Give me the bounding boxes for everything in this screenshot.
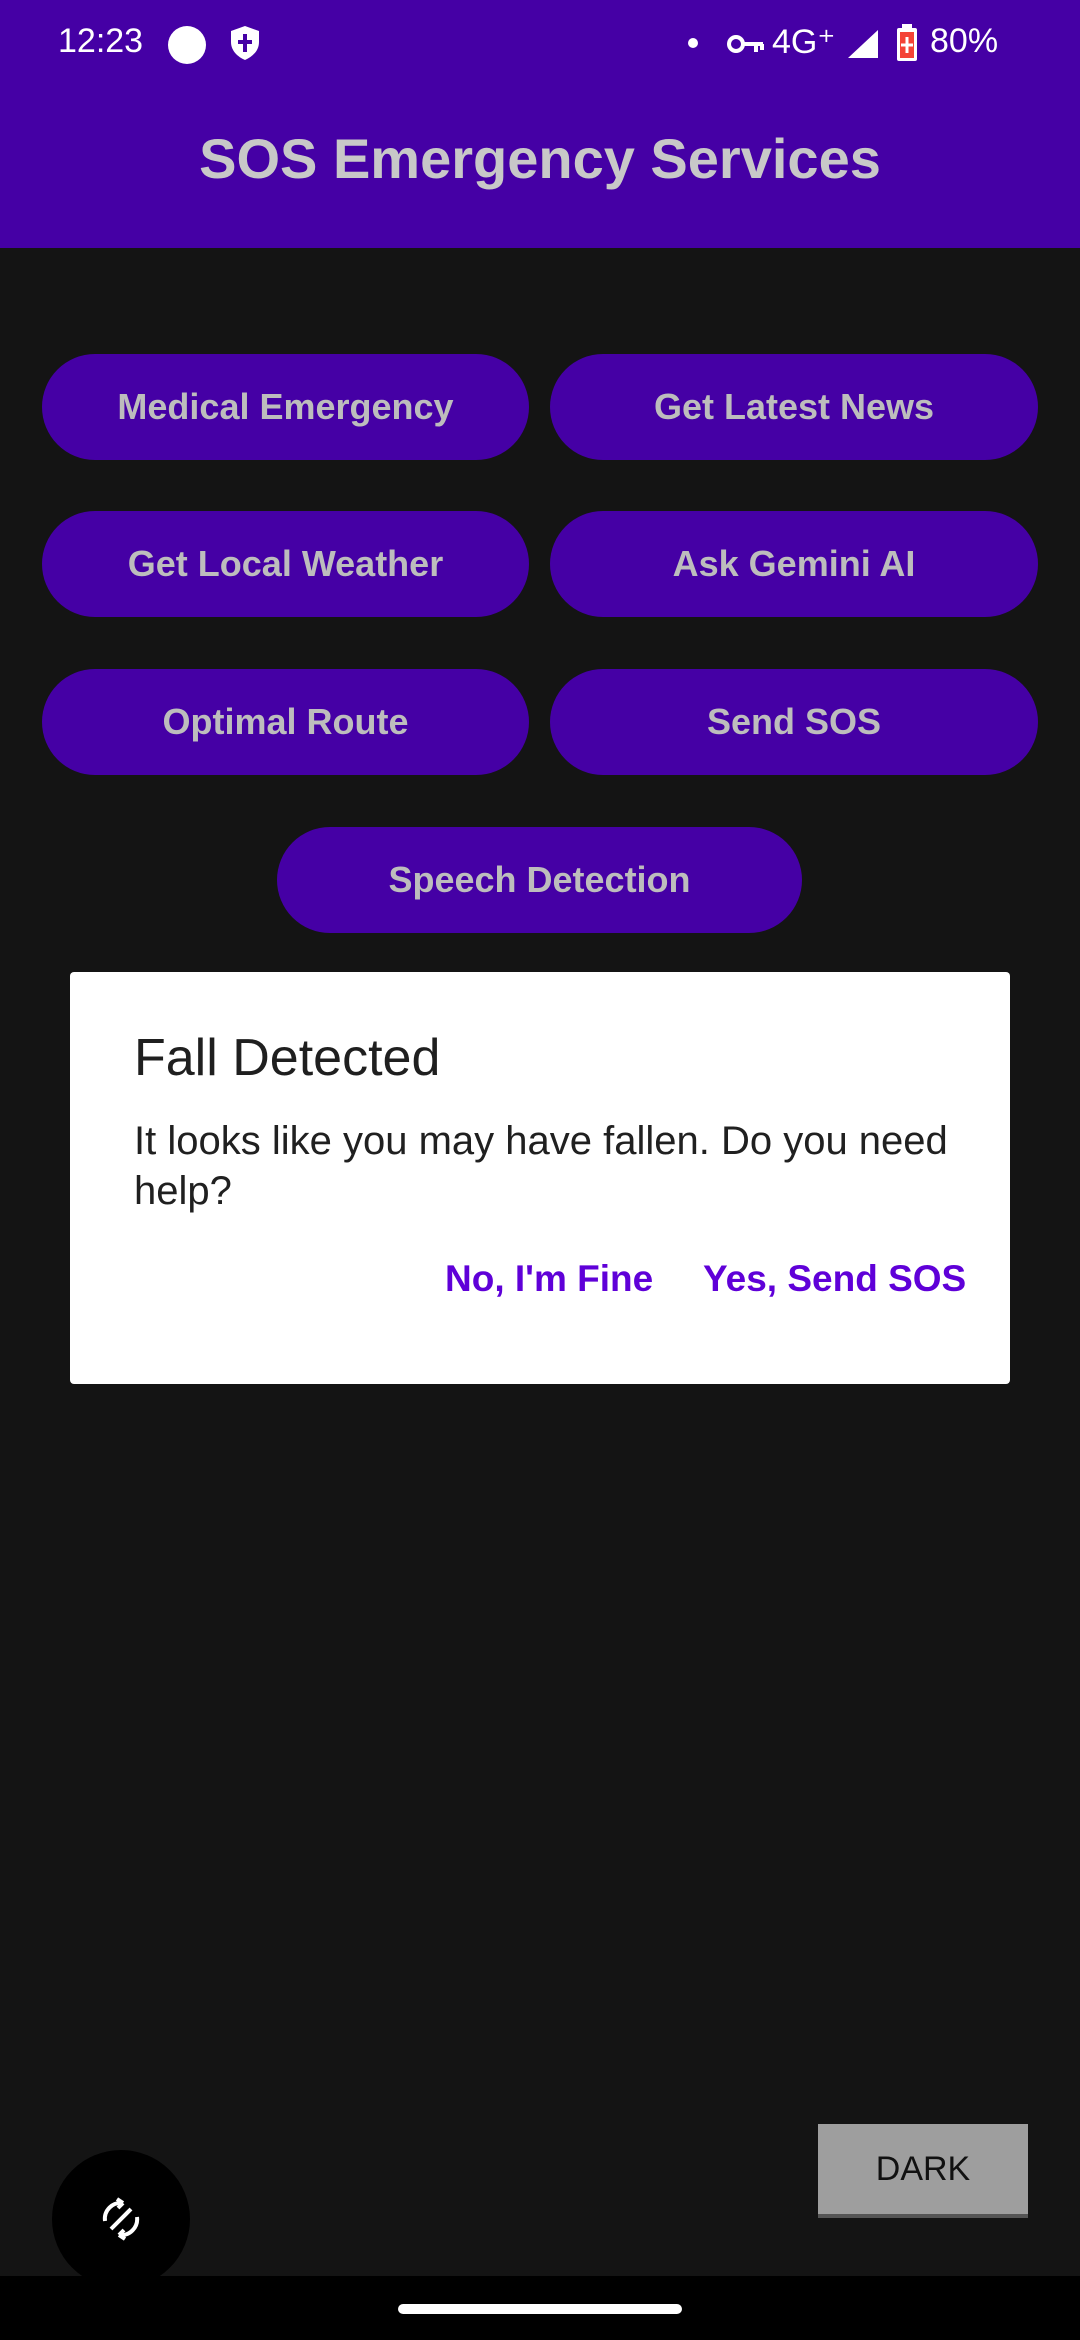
send-sos-button[interactable]: Send SOS — [550, 669, 1038, 775]
shield-icon — [231, 26, 259, 60]
status-bar: 12:23 4G⁺ 80% — [0, 0, 1080, 84]
medical-emergency-button[interactable]: Medical Emergency — [42, 354, 529, 460]
network-type: 4G⁺ — [772, 23, 836, 61]
navigation-bar — [0, 2276, 1080, 2340]
key-icon — [727, 35, 764, 53]
dialog-title: Fall Detected — [134, 1029, 441, 1087]
dark-theme-button[interactable]: DARK — [818, 2124, 1028, 2218]
fall-detected-dialog: Fall Detected It looks like you may have… — [70, 972, 1010, 1384]
app-bar: SOS Emergency Services — [0, 84, 1080, 248]
notification-dot-icon — [688, 38, 698, 48]
rotate-button[interactable] — [52, 2150, 190, 2288]
signal-icon — [848, 30, 878, 58]
page-title: SOS Emergency Services — [199, 126, 881, 190]
optimal-route-button[interactable]: Optimal Route — [42, 669, 529, 775]
status-time: 12:23 — [58, 22, 144, 60]
home-gesture-handle[interactable] — [398, 2304, 682, 2314]
no-im-fine-button[interactable]: No, I'm Fine — [445, 1258, 653, 1300]
yes-send-sos-button[interactable]: Yes, Send SOS — [703, 1258, 966, 1300]
battery-percent: 80% — [930, 22, 999, 60]
speech-detection-button[interactable]: Speech Detection — [277, 827, 802, 933]
ask-gemini-button[interactable]: Ask Gemini AI — [550, 511, 1038, 617]
dialog-message: It looks like you may have fallen. Do yo… — [134, 1119, 948, 1213]
rotate-icon — [102, 2197, 140, 2241]
latest-news-button[interactable]: Get Latest News — [550, 354, 1038, 460]
circle-icon — [168, 26, 206, 64]
local-weather-button[interactable]: Get Local Weather — [42, 511, 529, 617]
battery-icon — [897, 24, 917, 61]
